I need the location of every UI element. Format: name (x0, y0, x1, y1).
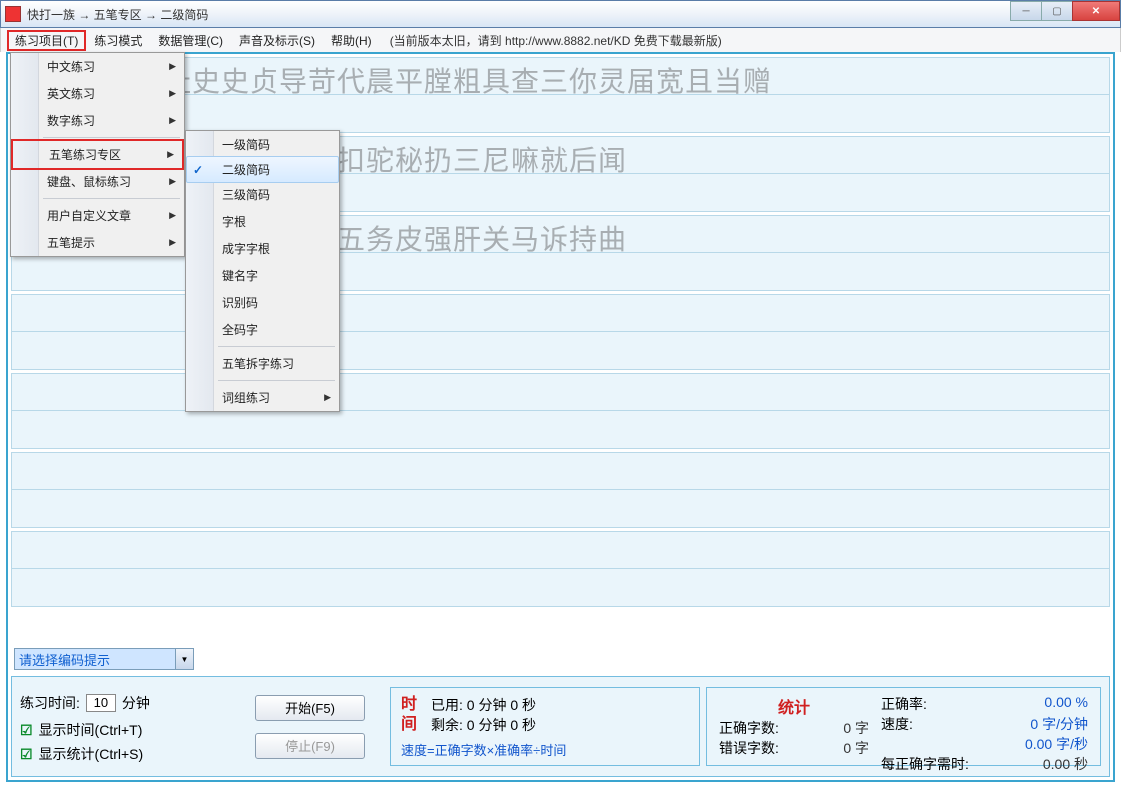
speed-val2: 0.00 字/秒 (1025, 734, 1088, 754)
time-box: 时间 已用: 0 分钟 0 秒 剩余: 0 分钟 0 秒 速度=正确字数×准确率… (390, 687, 700, 766)
app-icon (5, 6, 21, 22)
accuracy-label: 正确率: (881, 694, 927, 714)
menu-number-practice[interactable]: 数字练习▶ (11, 107, 184, 134)
window-title: 快打一族 → 五笔专区 → 二级简码 (27, 6, 208, 23)
practice-project-menu: 中文练习▶ 英文练习▶ 数字练习▶ 五笔练习专区▶ 键盘、鼠标练习▶ 用户自定义… (10, 52, 185, 257)
speed-formula: 速度=正确字数×准确率÷时间 (401, 740, 689, 759)
input-row[interactable] (11, 569, 1110, 607)
menubar: 练习项目(T) 练习模式 数据管理(C) 声音及标示(S) 帮助(H) (当前版… (0, 28, 1121, 52)
speed-label: 速度: (881, 714, 913, 734)
submenu-radical[interactable]: 字根 (186, 208, 339, 235)
input-row[interactable] (11, 490, 1110, 528)
correct-chars-val: 0 字 (843, 718, 869, 738)
wubi-zone-submenu: 一级简码 ✓二级简码 三级简码 字根 成字字根 键名字 识别码 全码字 五笔拆字… (185, 130, 340, 412)
menu-practice-mode[interactable]: 练习模式 (86, 30, 150, 51)
char-row (11, 531, 1110, 569)
menu-sound-mark[interactable]: 声音及标示(S) (231, 30, 323, 51)
show-stats-checkbox[interactable]: ☑显示统计(Ctrl+S) (20, 744, 230, 764)
menu-wubi-zone[interactable]: 五笔练习专区▶ (11, 139, 184, 170)
version-note: (当前版本太旧，请到 http://www.8882.net/KD 免费下载最新… (390, 32, 722, 49)
accuracy-val: 0.00 % (1044, 694, 1088, 714)
practice-time-input[interactable] (86, 694, 116, 712)
input-row[interactable] (11, 253, 1110, 291)
per-char-label: 每正确字需时: (881, 754, 969, 774)
char-row (11, 294, 1110, 332)
stop-button[interactable]: 停止(F9) (255, 733, 365, 759)
show-time-checkbox[interactable]: ☑显示时间(Ctrl+T) (20, 720, 230, 740)
stats-title: 统计 (719, 694, 869, 718)
submenu-char-radical[interactable]: 成字字根 (186, 235, 339, 262)
menu-wubi-hint[interactable]: 五笔提示▶ (11, 229, 184, 256)
time-used: 已用: 0 分钟 0 秒 (431, 695, 689, 715)
maximize-button[interactable]: ▢ (1041, 1, 1073, 21)
stats-panel: 练习时间: 分钟 ☑显示时间(Ctrl+T) ☑显示统计(Ctrl+S) 开始(… (11, 676, 1110, 777)
time-vertical-label: 时间 (401, 695, 431, 735)
start-button[interactable]: 开始(F5) (255, 695, 365, 721)
chevron-down-icon[interactable]: ▼ (175, 649, 193, 669)
practice-time-unit: 分钟 (122, 693, 150, 713)
char-row (11, 373, 1110, 411)
submenu-level1-code[interactable]: 一级简码 (186, 131, 339, 158)
input-row[interactable] (11, 332, 1110, 370)
input-row[interactable] (11, 411, 1110, 449)
menu-keyboard-mouse[interactable]: 键盘、鼠标练习▶ (11, 168, 184, 195)
statistics-box: 统计 正确字数: 0 字 错误字数: 0 字 正确率: 0.00 % 速度: 0 字/分… (706, 687, 1101, 766)
submenu-identifier[interactable]: 识别码 (186, 289, 339, 316)
check-icon: ✓ (193, 163, 203, 177)
buttons-col: 开始(F5) 停止(F9) (230, 687, 390, 766)
menu-english-practice[interactable]: 英文练习▶ (11, 80, 184, 107)
encoding-hint-combo[interactable]: ▼ (14, 648, 194, 670)
close-button[interactable]: ✕ (1072, 1, 1120, 21)
submenu-keyname[interactable]: 键名字 (186, 262, 339, 289)
submenu-phrase-practice[interactable]: 词组练习▶ (186, 384, 339, 411)
titlebar: 快打一族 → 五笔专区 → 二级简码 ─ ▢ ✕ (0, 0, 1121, 28)
speed-val: 0 字/分钟 (1030, 714, 1088, 734)
menu-help[interactable]: 帮助(H) (323, 30, 380, 51)
menu-user-article[interactable]: 用户自定义文章▶ (11, 202, 184, 229)
error-chars-val: 0 字 (843, 738, 869, 758)
menu-data-manage[interactable]: 数据管理(C) (150, 30, 231, 51)
time-remain: 剩余: 0 分钟 0 秒 (431, 715, 689, 735)
encoding-hint-input[interactable] (15, 649, 175, 669)
submenu-level2-code[interactable]: ✓二级简码 (186, 156, 339, 183)
menu-chinese-practice[interactable]: 中文练习▶ (11, 53, 184, 80)
per-char-val: 0.00 秒 (1043, 754, 1088, 774)
submenu-wubi-split[interactable]: 五笔拆字练习 (186, 350, 339, 377)
error-chars-label: 错误字数: (719, 738, 779, 758)
window-controls: ─ ▢ ✕ (1011, 1, 1120, 21)
submenu-level3-code[interactable]: 三级简码 (186, 181, 339, 208)
submenu-fullcode[interactable]: 全码字 (186, 316, 339, 343)
controls-col: 练习时间: 分钟 ☑显示时间(Ctrl+T) ☑显示统计(Ctrl+S) (20, 687, 230, 766)
char-row (11, 452, 1110, 490)
minimize-button[interactable]: ─ (1010, 1, 1042, 21)
encoding-hint-area: ▼ (14, 648, 194, 670)
correct-chars-label: 正确字数: (719, 718, 779, 738)
practice-time-label: 练习时间: (20, 693, 80, 713)
menu-practice-project[interactable]: 练习项目(T) (7, 30, 86, 51)
